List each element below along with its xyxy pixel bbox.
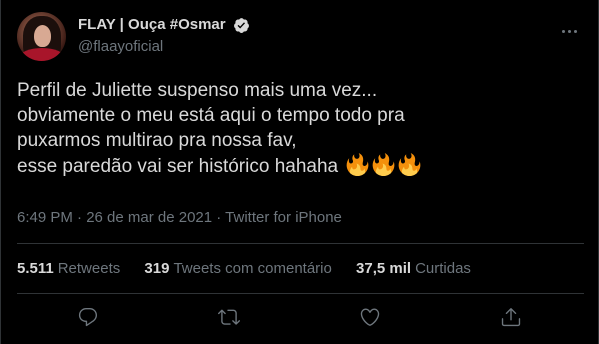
heart-icon[interactable] <box>359 306 383 330</box>
quotes-stat[interactable]: 319 Tweets com comentário <box>144 259 331 279</box>
tweet-stats: 5.511 Retweets 319 Tweets com comentário 3… <box>17 259 584 279</box>
likes-label: Curtidas <box>415 260 471 277</box>
tweet-text: Perfil de Juliette suspenso mais uma vez… <box>17 78 584 179</box>
tweet-timestamp[interactable]: 6:49 PM · 26 de mar de 2021 · Twitter fo… <box>17 208 342 228</box>
handle[interactable]: @flaayoficial <box>78 37 518 57</box>
tweet-card: FLAY | Ouça #Osmar @flaayoficial Perfil … <box>0 0 599 344</box>
fire-emoji-icon <box>399 153 421 176</box>
retweet-icon[interactable] <box>218 306 242 330</box>
tweet-header: FLAY | Ouça #Osmar @flaayoficial <box>17 12 584 64</box>
verified-badge-icon <box>234 17 249 33</box>
tweet-line: Perfil de Juliette suspenso mais uma vez… <box>17 80 378 101</box>
quotes-label: Tweets com comentário <box>173 260 332 277</box>
tweet-line: obviamente o meu está aqui o tempo todo … <box>17 105 405 126</box>
fire-emoji-icon <box>373 153 395 176</box>
author-info: FLAY | Ouça #Osmar @flaayoficial <box>78 15 518 57</box>
likes-stat[interactable]: 37,5 mil Curtidas <box>356 259 471 279</box>
likes-count: 37,5 mil <box>356 260 412 277</box>
share-icon[interactable] <box>500 306 524 330</box>
tweet-actions <box>17 304 584 334</box>
tweet-line: esse paredão vai ser histórico hahaha <box>17 156 339 177</box>
avatar[interactable] <box>17 12 66 61</box>
retweets-stat[interactable]: 5.511 Retweets <box>17 259 120 279</box>
fire-emoji-icon <box>347 153 369 176</box>
retweets-count: 5.511 <box>17 260 54 277</box>
divider <box>17 243 584 244</box>
divider <box>17 293 584 294</box>
retweets-label: Retweets <box>57 260 121 277</box>
tweet-line: puxarmos multirao pra nossa fav, <box>17 130 297 151</box>
more-options-icon[interactable] <box>560 16 584 36</box>
quotes-count: 319 <box>144 260 170 277</box>
avatar-shoulder <box>19 48 65 61</box>
reply-icon[interactable] <box>77 306 101 330</box>
display-name[interactable]: FLAY | Ouça #Osmar <box>78 15 226 35</box>
avatar-face <box>34 25 51 47</box>
